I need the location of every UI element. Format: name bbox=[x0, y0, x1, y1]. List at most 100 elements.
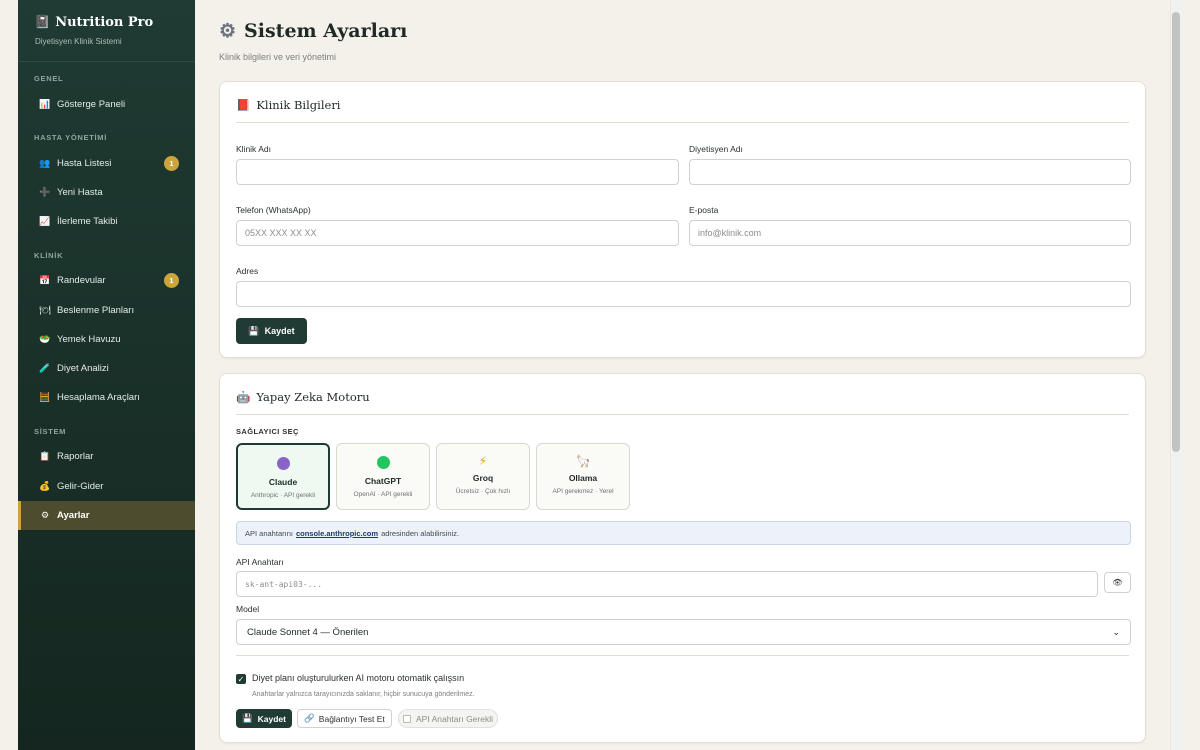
section-label-general: GENEL bbox=[34, 74, 64, 83]
chatgpt-logo-icon bbox=[376, 456, 390, 469]
page-title-text: Sistem Ayarları bbox=[244, 20, 408, 42]
section-label-system: SİSTEM bbox=[34, 427, 67, 436]
sidebar-item-label: İlerleme Takibi bbox=[57, 216, 118, 227]
auto-run-checkbox[interactable]: ✓ bbox=[236, 674, 246, 684]
floppy-disk-icon: 💾 bbox=[242, 713, 253, 723]
llama-icon: 🦙 bbox=[575, 454, 591, 468]
model-label: Model bbox=[236, 604, 260, 614]
sidebar-item-label: Beslenme Planları bbox=[57, 305, 135, 316]
book-icon: 📕 bbox=[236, 98, 251, 112]
trend-chart-icon: 📈 bbox=[39, 216, 51, 226]
email-label: E-posta bbox=[689, 205, 719, 215]
users-icon: 👥 bbox=[39, 158, 51, 168]
gear-icon: ⚙ bbox=[40, 510, 50, 520]
sidebar-item-label: Gelir-Gider bbox=[57, 481, 104, 492]
toggle-visibility-button[interactable]: 👁 bbox=[1104, 572, 1131, 593]
dietitian-name-label: Diyetisyen Adı bbox=[689, 144, 743, 154]
sidebar: 📓 Nutrition Pro Diyetisyen Klinik Sistem… bbox=[18, 0, 195, 750]
save-clinic-button[interactable]: 💾 Kaydet bbox=[236, 318, 307, 344]
sidebar-item-nutrition-plans[interactable]: 🍽 Beslenme Planları bbox=[18, 296, 195, 325]
sidebar-item-new-patient[interactable]: ➕ Yeni Hasta bbox=[18, 178, 195, 207]
api-status-label: API Anahtarı Gerekli bbox=[415, 713, 493, 724]
provider-option-ollama[interactable]: 🦙 Ollama API gerekmez · Yerel bbox=[536, 443, 630, 510]
card-title: 📕 Klinik Bilgileri bbox=[236, 98, 341, 112]
dietitian-name-input[interactable] bbox=[689, 159, 1131, 185]
sidebar-item-dashboard[interactable]: 📊 Gösterge Paneli bbox=[18, 90, 195, 119]
sidebar-item-income-expense[interactable]: 💰 Gelir-Gider bbox=[18, 472, 195, 501]
email-input[interactable] bbox=[689, 220, 1131, 246]
chevron-down-icon: ⌄ bbox=[1112, 626, 1120, 637]
provider-description: Anthropic · API gerekli bbox=[250, 492, 316, 499]
link-icon: 🔗 bbox=[304, 713, 315, 723]
api-key-input[interactable] bbox=[236, 571, 1098, 597]
robot-icon: 🤖 bbox=[236, 390, 251, 404]
ai-engine-card: 🤖 Yapay Zeka Motoru SAĞLAYICI SEÇ Claude… bbox=[219, 373, 1146, 743]
salad-icon: 🥗 bbox=[39, 334, 51, 344]
console-link[interactable]: console.anthropic.com bbox=[296, 529, 378, 538]
model-select[interactable]: Claude Sonnet 4 — Önerilen ⌄ bbox=[236, 619, 1131, 645]
sidebar-item-label: Raporlar bbox=[57, 451, 94, 462]
sidebar-item-progress[interactable]: 📈 İlerleme Takibi bbox=[18, 207, 195, 236]
sidebar-item-reports[interactable]: 📋 Raporlar bbox=[18, 442, 195, 471]
window-right-edge bbox=[1182, 0, 1200, 750]
address-label: Adres bbox=[236, 266, 259, 276]
storage-note: Anahtarlar yalnızca tarayıcınızda saklan… bbox=[252, 691, 475, 698]
sidebar-item-label: Hesaplama Araçları bbox=[57, 392, 140, 403]
provider-description: API gerekmez · Yerel bbox=[552, 488, 614, 495]
api-key-info-box: API anahtarını console.anthropic.com adr… bbox=[236, 521, 1131, 545]
clinic-name-input[interactable] bbox=[236, 159, 679, 185]
sidebar-item-calculators[interactable]: 🧮 Hesaplama Araçları bbox=[18, 383, 195, 412]
brand-subtitle: Diyetisyen Klinik Sistemi bbox=[35, 37, 122, 46]
info-text-before: API anahtarını bbox=[245, 528, 293, 538]
address-input[interactable] bbox=[236, 281, 1131, 307]
sidebar-item-food-pool[interactable]: 🥗 Yemek Havuzu bbox=[18, 325, 195, 354]
sidebar-item-settings[interactable]: ⚙ Ayarlar bbox=[18, 501, 195, 530]
brand-title[interactable]: 📓 Nutrition Pro bbox=[34, 15, 179, 30]
gear-icon: ⚙ bbox=[219, 20, 237, 42]
empty-checkbox-icon bbox=[402, 714, 411, 723]
window-left-edge bbox=[0, 0, 18, 750]
provider-option-chatgpt[interactable]: ChatGPT OpenAI · API gerekli bbox=[336, 443, 430, 510]
scrollbar-thumb[interactable] bbox=[1172, 12, 1180, 452]
card-title-text: Yapay Zeka Motoru bbox=[256, 390, 370, 404]
page-title: ⚙ Sistem Ayarları bbox=[219, 20, 407, 42]
card-title: 🤖 Yapay Zeka Motoru bbox=[236, 390, 370, 404]
card-title-text: Klinik Bilgileri bbox=[256, 98, 341, 112]
eye-icon: 👁 bbox=[1112, 578, 1123, 587]
sidebar-item-label: Diyet Analizi bbox=[57, 363, 109, 374]
save-label: Kaydet bbox=[264, 326, 295, 336]
lightning-icon: ⚡ bbox=[478, 454, 488, 468]
section-label-clinic: KLİNİK bbox=[34, 251, 64, 260]
provider-option-groq[interactable]: ⚡ Groq Ücretsiz · Çok hızlı bbox=[436, 443, 530, 510]
divider bbox=[236, 655, 1129, 656]
count-badge: 1 bbox=[164, 273, 179, 288]
sidebar-item-label: Ayarlar bbox=[57, 510, 90, 521]
sidebar-item-appointments[interactable]: 📅 Randevular 1 bbox=[18, 266, 195, 295]
clinic-name-label: Klinik Adı bbox=[236, 144, 271, 154]
phone-input[interactable] bbox=[236, 220, 679, 246]
test-connection-label: Bağlantıyı Test Et bbox=[318, 713, 385, 724]
sidebar-item-diet-analysis[interactable]: 🧪 Diyet Analizi bbox=[18, 354, 195, 383]
test-tube-icon: 🧪 bbox=[39, 363, 51, 373]
phone-label: Telefon (WhatsApp) bbox=[236, 205, 311, 215]
test-connection-button[interactable]: 🔗 Bağlantıyı Test Et bbox=[297, 709, 392, 728]
api-status-badge: API Anahtarı Gerekli bbox=[398, 709, 498, 728]
provider-option-claude[interactable]: Claude Anthropic · API gerekli bbox=[236, 443, 330, 510]
save-ai-button[interactable]: 💾 Kaydet bbox=[236, 709, 292, 728]
brand: 📓 Nutrition Pro Diyetisyen Klinik Sistem… bbox=[18, 0, 195, 62]
calculator-icon: 🧮 bbox=[39, 392, 51, 402]
provider-section-label: SAĞLAYICI SEÇ bbox=[236, 427, 299, 436]
provider-name: ChatGPT bbox=[364, 476, 402, 486]
floppy-disk-icon: 💾 bbox=[248, 325, 260, 336]
info-text-after: adresinden alabilirsiniz. bbox=[381, 528, 460, 538]
auto-run-label: Diyet planı oluşturulurken AI motoru oto… bbox=[252, 673, 465, 683]
main-content: ⚙ Sistem Ayarları Klinik bilgileri ve ve… bbox=[195, 0, 1170, 750]
chart-icon: 📊 bbox=[39, 99, 51, 109]
model-selected-value: Claude Sonnet 4 — Önerilen bbox=[247, 626, 369, 638]
provider-name: Groq bbox=[472, 473, 494, 483]
sidebar-item-patient-list[interactable]: 👥 Hasta Listesi 1 bbox=[18, 149, 195, 178]
page-subtitle: Klinik bilgileri ve veri yönetimi bbox=[219, 52, 337, 62]
sidebar-item-label: Randevular bbox=[57, 275, 106, 286]
divider bbox=[236, 122, 1129, 123]
provider-name: Claude bbox=[268, 477, 298, 487]
